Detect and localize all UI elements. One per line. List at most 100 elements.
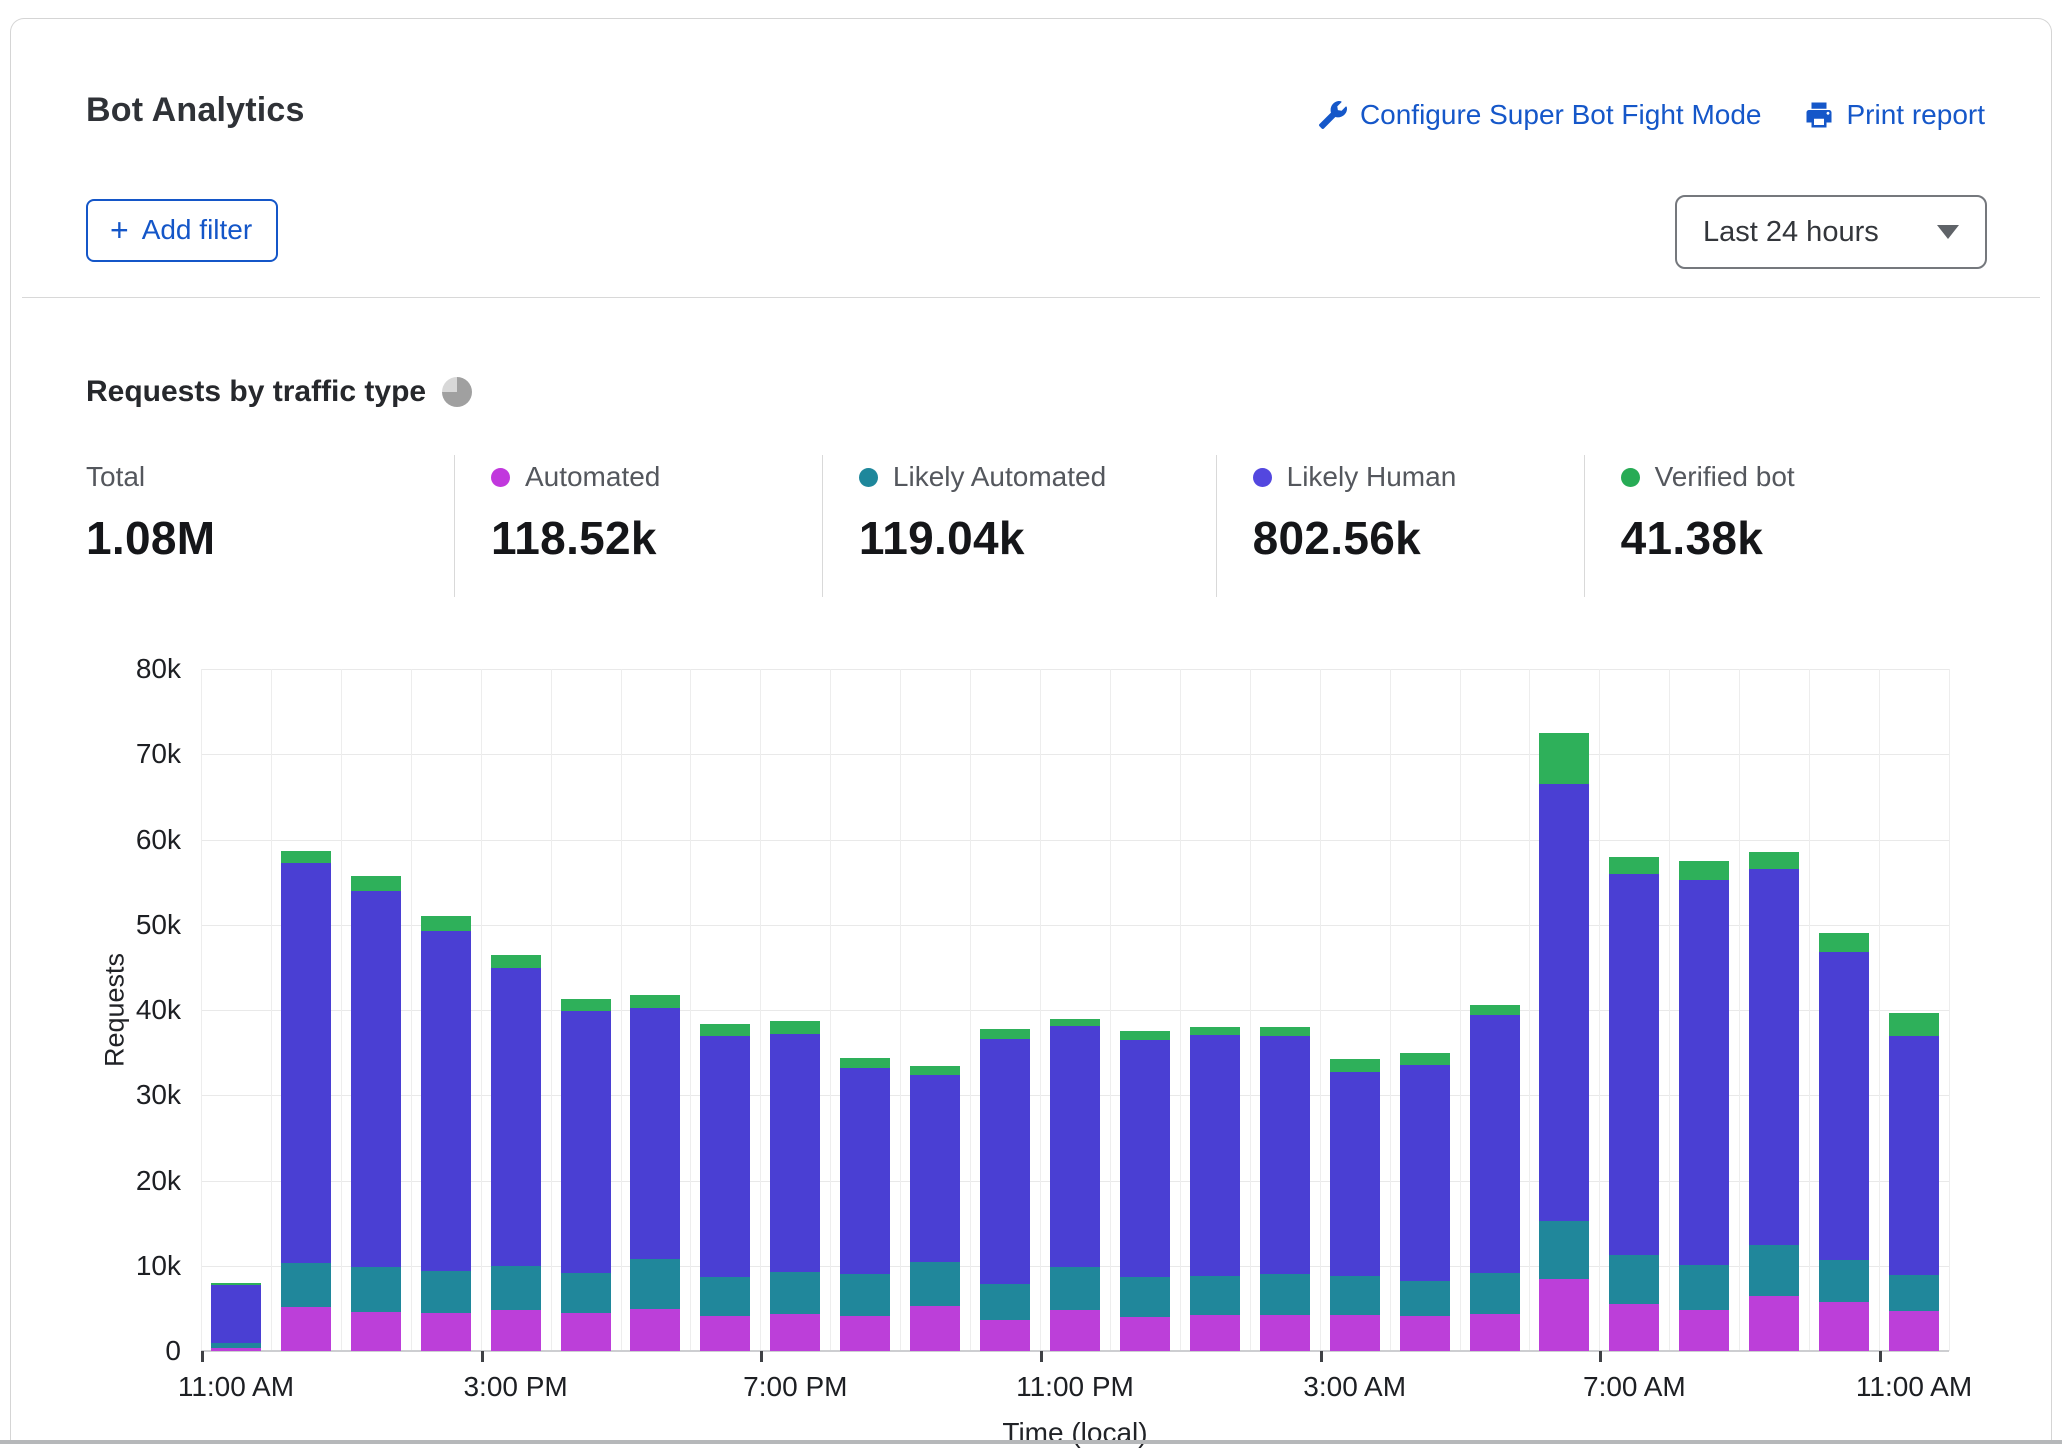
- y-tick-label: 60k: [81, 824, 181, 856]
- x-tick-label: 7:00 AM: [1583, 1371, 1686, 1403]
- segment-automated: [281, 1307, 331, 1351]
- bar-6-00-am[interactable]: [1539, 733, 1589, 1351]
- segment-likely-human: [980, 1039, 1030, 1284]
- segment-verified-bot: [1749, 852, 1799, 868]
- stat-value: 1.08M: [86, 511, 454, 565]
- add-filter-button[interactable]: + Add filter: [86, 199, 278, 262]
- segment-automated: [421, 1313, 471, 1351]
- stat-label: Verified bot: [1655, 461, 1795, 493]
- segment-likely-human: [1539, 784, 1589, 1220]
- bar-8-00-pm[interactable]: [840, 1058, 890, 1351]
- gridline-v: [1669, 669, 1670, 1351]
- bar-10-00-pm[interactable]: [980, 1029, 1030, 1351]
- segment-likely-automated: [351, 1267, 401, 1311]
- segment-likely-human: [1050, 1026, 1100, 1267]
- bar-1-00-am[interactable]: [1190, 1027, 1240, 1351]
- segment-verified-bot: [1470, 1005, 1520, 1015]
- x-tick-label: 7:00 PM: [743, 1371, 847, 1403]
- stat-value: 118.52k: [491, 511, 822, 565]
- x-tick-label: 3:00 AM: [1303, 1371, 1406, 1403]
- segment-likely-human: [1120, 1040, 1170, 1277]
- bar-7-00-pm[interactable]: [770, 1021, 820, 1351]
- segment-likely-human: [421, 931, 471, 1271]
- gridline-v: [1250, 669, 1251, 1351]
- segment-automated: [1679, 1310, 1729, 1351]
- bar-12-00-am[interactable]: [1120, 1031, 1170, 1351]
- segment-automated: [211, 1348, 261, 1351]
- gridline-v: [481, 669, 482, 1351]
- bar-9-00-am[interactable]: [1749, 852, 1799, 1351]
- x-tick-mark: [760, 1351, 763, 1362]
- bar-5-00-am[interactable]: [1470, 1005, 1520, 1351]
- bar-11-00-am[interactable]: [211, 1283, 261, 1351]
- segment-automated: [980, 1320, 1030, 1351]
- segment-likely-automated: [421, 1271, 471, 1313]
- print-report-link[interactable]: Print report: [1804, 99, 1986, 131]
- bar-4-00-pm[interactable]: [561, 999, 611, 1351]
- header-actions: Configure Super Bot Fight Mode Print rep…: [1319, 99, 1985, 131]
- bar-6-00-pm[interactable]: [700, 1024, 750, 1351]
- segment-likely-automated: [980, 1284, 1030, 1321]
- segment-likely-human: [700, 1036, 750, 1276]
- segment-likely-automated: [1539, 1221, 1589, 1279]
- x-tick-mark: [1599, 1351, 1602, 1362]
- stat-value: 41.38k: [1621, 511, 1981, 565]
- time-range-value: Last 24 hours: [1703, 216, 1879, 249]
- bar-8-00-am[interactable]: [1679, 861, 1729, 1351]
- segment-likely-human: [1889, 1036, 1939, 1275]
- gridline-h: [201, 840, 1949, 841]
- legend-dot: [1253, 468, 1272, 487]
- segment-automated: [700, 1316, 750, 1351]
- x-tick-mark: [1879, 1351, 1882, 1362]
- bar-5-00-pm[interactable]: [630, 995, 680, 1351]
- gridline-v: [690, 669, 691, 1351]
- segment-likely-human: [1260, 1036, 1310, 1275]
- legend-dot: [859, 468, 878, 487]
- segment-likely-automated: [1679, 1265, 1729, 1310]
- configure-super-bot-fight-mode-link[interactable]: Configure Super Bot Fight Mode: [1319, 99, 1762, 131]
- y-tick-label: 0: [81, 1335, 181, 1367]
- segment-automated: [1260, 1315, 1310, 1351]
- bar-11-00-am[interactable]: [1889, 1013, 1939, 1351]
- bar-7-00-am[interactable]: [1609, 857, 1659, 1351]
- gridline-v: [1110, 669, 1111, 1351]
- bar-2-00-am[interactable]: [1260, 1027, 1310, 1351]
- plus-icon: +: [110, 217, 129, 243]
- segment-likely-automated: [1050, 1267, 1100, 1310]
- segment-automated: [1470, 1314, 1520, 1351]
- x-tick-label: 11:00 AM: [1856, 1371, 1972, 1403]
- segment-likely-automated: [770, 1272, 820, 1314]
- segment-verified-bot: [1050, 1019, 1100, 1027]
- y-tick-label: 20k: [81, 1165, 181, 1197]
- stat-automated: Automated118.52k: [454, 455, 822, 597]
- segment-automated: [351, 1312, 401, 1351]
- gridline-v: [1180, 669, 1181, 1351]
- segment-likely-automated: [1749, 1245, 1799, 1295]
- bar-9-00-pm[interactable]: [910, 1066, 960, 1351]
- bar-1-00-pm[interactable]: [351, 876, 401, 1351]
- bar-12-00-pm[interactable]: [281, 851, 331, 1351]
- x-tick-mark: [201, 1351, 204, 1362]
- gridline-v: [621, 669, 622, 1351]
- bar-4-00-am[interactable]: [1400, 1053, 1450, 1351]
- bar-11-00-pm[interactable]: [1050, 1019, 1100, 1351]
- bar-3-00-am[interactable]: [1330, 1059, 1380, 1351]
- page-title: Bot Analytics: [86, 91, 305, 130]
- segment-likely-automated: [630, 1259, 680, 1309]
- segment-likely-human: [1609, 874, 1659, 1255]
- segment-automated: [561, 1313, 611, 1351]
- gridline-v: [1529, 669, 1530, 1351]
- segment-verified-bot: [840, 1058, 890, 1068]
- print-report-label: Print report: [1847, 99, 1986, 131]
- segment-likely-human: [1819, 952, 1869, 1260]
- stat-value: 802.56k: [1253, 511, 1584, 565]
- segment-automated: [491, 1310, 541, 1351]
- x-tick-label: 3:00 PM: [463, 1371, 567, 1403]
- time-range-select[interactable]: Last 24 hours: [1675, 195, 1987, 269]
- stat-label: Likely Automated: [893, 461, 1106, 493]
- bar-10-00-am[interactable]: [1819, 933, 1869, 1351]
- bar-3-00-pm[interactable]: [491, 955, 541, 1351]
- bar-2-00-pm[interactable]: [421, 916, 471, 1351]
- segment-automated: [1609, 1304, 1659, 1351]
- segment-likely-human: [630, 1008, 680, 1259]
